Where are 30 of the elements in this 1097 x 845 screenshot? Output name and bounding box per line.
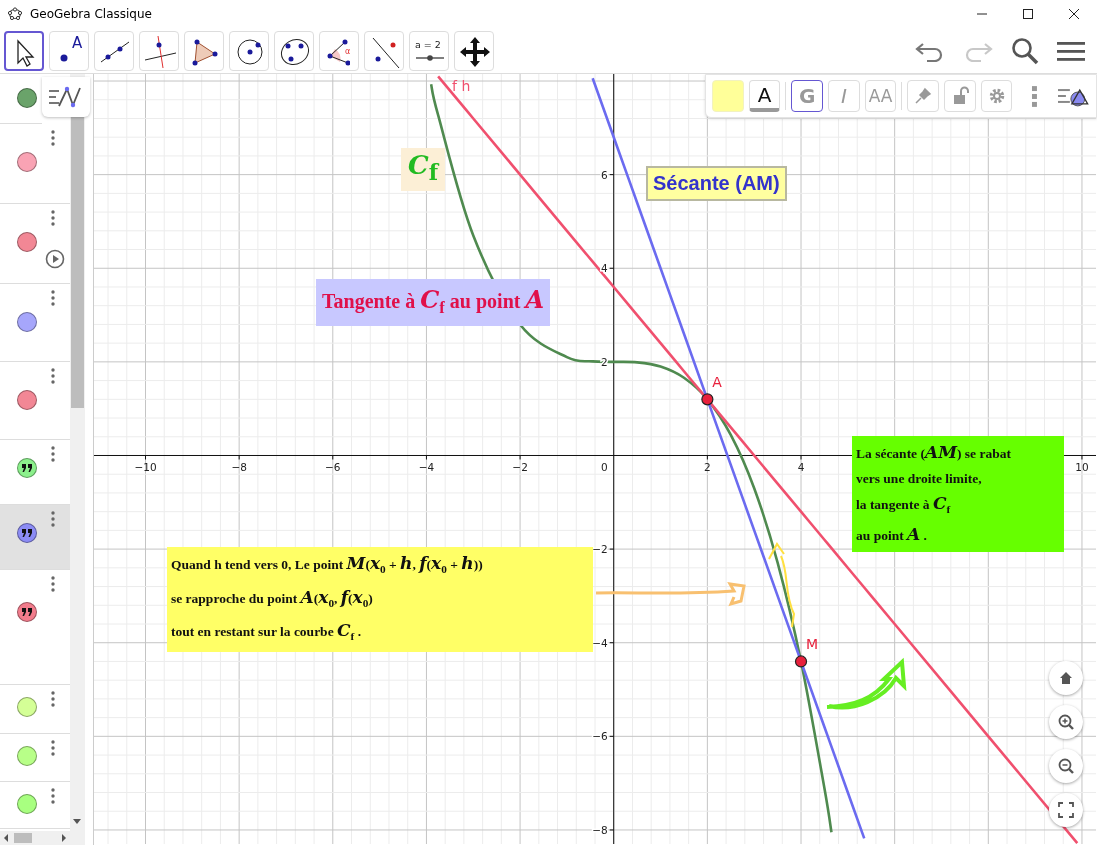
window-title: GeoGebra Classique <box>30 7 153 21</box>
tool-button[interactable]: a = 2 <box>409 30 449 71</box>
tick-label: 10 <box>1075 461 1089 474</box>
tool-button[interactable]: α <box>319 30 359 71</box>
tick-label: −8 <box>231 461 247 474</box>
secant-label: Sécante (AM) <box>646 166 787 201</box>
tick-label: −10 <box>134 461 157 474</box>
tick-label: −6 <box>592 730 608 743</box>
point-label: M <box>806 636 819 653</box>
tick-label: 2 <box>704 461 711 474</box>
italic-button[interactable]: I <box>828 80 860 112</box>
tick-label: −8 <box>592 823 608 836</box>
text-box: Tangente à C$_{f}$ au point A <box>316 279 551 326</box>
tick-label: −4 <box>592 636 608 649</box>
tick-label: −2 <box>512 461 528 474</box>
line-label: f h <box>452 78 471 94</box>
point-label: A <box>712 374 722 391</box>
tick-label: −2 <box>592 543 608 556</box>
tick-label: −4 <box>418 461 435 474</box>
curve-label: C$_{f}$ <box>401 148 446 192</box>
tick-label: 4 <box>601 262 608 275</box>
tool-button[interactable]: A <box>49 30 89 71</box>
tick-label: 6 <box>601 168 608 181</box>
size-button[interactable]: AA <box>864 80 897 112</box>
text-color-button[interactable]: A <box>748 80 781 112</box>
tick-label: −6 <box>325 461 341 474</box>
origin-label: 0 <box>601 461 608 474</box>
bold-button[interactable]: G <box>791 80 824 112</box>
text-box: Quand h tend vers 0, Le point M(x$_{0}$ + h, f(x$_{0}$ + h)) se rapproche du point A(x$_{0}$, f(x$_{0}$) tout en restant sur la courbe C$_{f}$ . <box>167 547 593 653</box>
tick-label: 4 <box>797 461 805 474</box>
